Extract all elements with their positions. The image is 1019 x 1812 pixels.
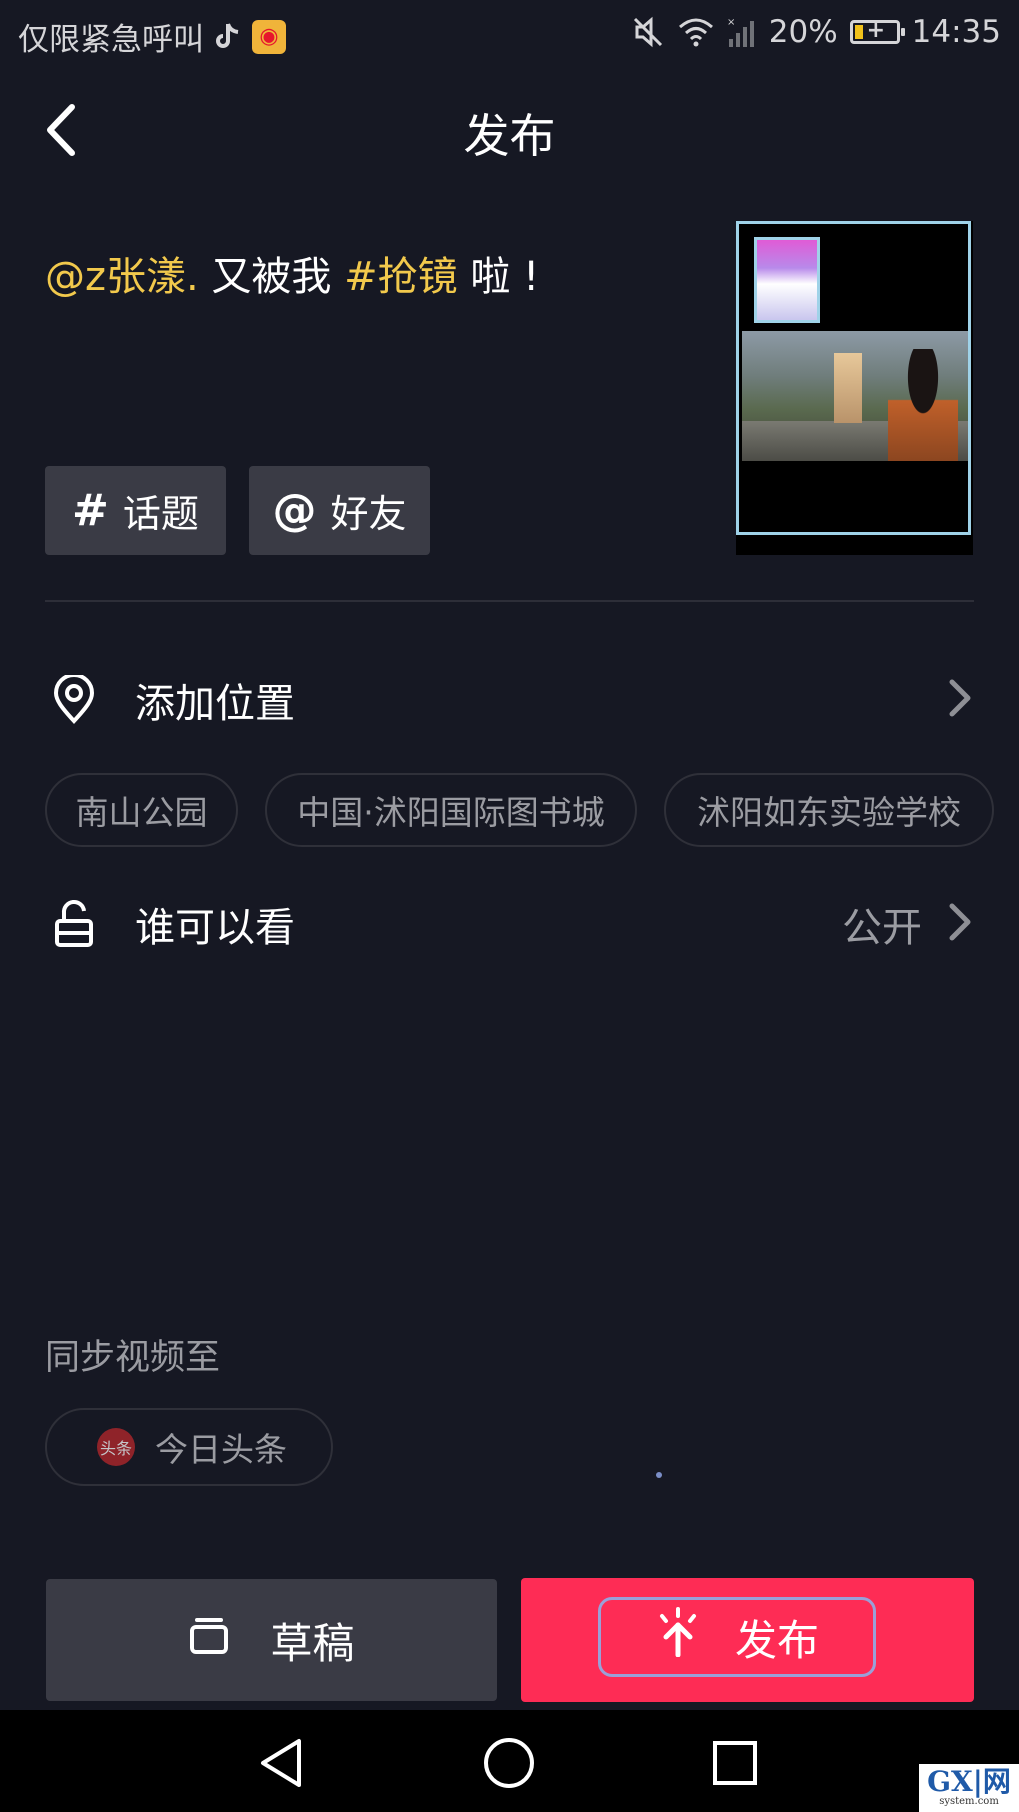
triangle-back-icon: [261, 1739, 301, 1787]
nav-recents-button[interactable]: [707, 1735, 763, 1791]
draft-label: 草稿: [270, 1618, 355, 1668]
location-chip[interactable]: 中国·沭阳国际图书城: [265, 773, 637, 847]
privacy-label: 谁可以看: [135, 905, 295, 951]
location-chip[interactable]: 沭阳如东实验学校: [664, 773, 994, 847]
toutiao-label: 今日头条: [155, 1430, 287, 1469]
weibo-icon: ◉: [252, 19, 286, 54]
divider: [45, 600, 974, 602]
friend-button[interactable]: @ 好友: [249, 466, 430, 555]
mute-icon: [631, 15, 665, 49]
topic-label: 话题: [122, 492, 199, 536]
chevron-right-icon: [944, 900, 974, 948]
sync-label: 同步视频至: [45, 1338, 221, 1378]
battery-fill: [854, 25, 863, 39]
status-bar: 仅限紧急呼叫 ◉ × 20% + 14:35: [0, 0, 1019, 70]
battery-icon: +: [849, 18, 905, 44]
publish-focus-ring: 发布: [598, 1597, 876, 1677]
location-chip[interactable]: 南山公园: [45, 773, 238, 847]
clock: 14:35: [911, 14, 1001, 50]
battery-percent: 20%: [768, 14, 838, 50]
privacy-value: 公开: [842, 905, 922, 951]
tiktok-icon: [214, 21, 242, 53]
page-title: 发布: [463, 109, 556, 163]
draft-button[interactable]: 草稿: [46, 1579, 497, 1701]
publish-label: 发布: [734, 1615, 819, 1665]
location-chip-label: 沭阳如东实验学校: [697, 793, 961, 832]
location-chip-label: 中国·沭阳国际图书城: [297, 793, 605, 832]
thumbnail-mini-preview: [754, 237, 820, 323]
square-recents-icon: [713, 1741, 757, 1785]
hashtag-icon: #: [72, 485, 109, 536]
nav-back-button[interactable]: [255, 1735, 311, 1791]
caption-mention: @z张漾.: [45, 254, 199, 300]
caption-text[interactable]: @z张漾. 又被我 #抢镜 啦 !: [45, 244, 539, 302]
publish-button[interactable]: 发布: [521, 1578, 974, 1702]
svg-text:×: ×: [727, 17, 735, 28]
publish-sparkle-icon: [655, 1607, 701, 1667]
carrier-text: 仅限紧急呼叫: [18, 22, 204, 58]
circle-home-icon: [484, 1738, 534, 1788]
chevron-right-icon: [944, 676, 974, 724]
site-watermark-logo: GX|网 system.com: [919, 1764, 1019, 1812]
add-location-row[interactable]: 添加位置: [45, 660, 974, 740]
signal-icon: ×: [727, 15, 757, 49]
unlock-icon: [45, 895, 103, 953]
caption-hashtag: #抢镜: [344, 254, 458, 300]
nav-home-button[interactable]: [481, 1735, 537, 1791]
privacy-row[interactable]: 谁可以看 公开: [45, 884, 974, 964]
video-thumbnail[interactable]: [736, 221, 973, 555]
toutiao-logo-icon: 头条: [97, 1428, 135, 1466]
caption-text-part: 又被我: [198, 254, 345, 300]
topic-button[interactable]: # 话题: [45, 466, 226, 555]
draft-box-icon: [188, 1614, 230, 1666]
at-icon: @: [272, 485, 317, 536]
caption-text-part: 啦 !: [457, 254, 540, 300]
watermark-main: GX|网: [927, 1765, 1011, 1798]
system-nav-bar: [0, 1710, 1019, 1812]
add-location-label: 添加位置: [135, 681, 295, 727]
friend-label: 好友: [330, 492, 407, 536]
location-pin-icon: [45, 671, 103, 729]
indicator-dot: [656, 1472, 662, 1478]
wifi-icon: [677, 16, 715, 48]
toutiao-sync-toggle[interactable]: 头条 今日头条: [45, 1408, 333, 1486]
watermark-sub: system.com: [939, 1796, 999, 1807]
location-chip-label: 南山公园: [75, 793, 208, 832]
